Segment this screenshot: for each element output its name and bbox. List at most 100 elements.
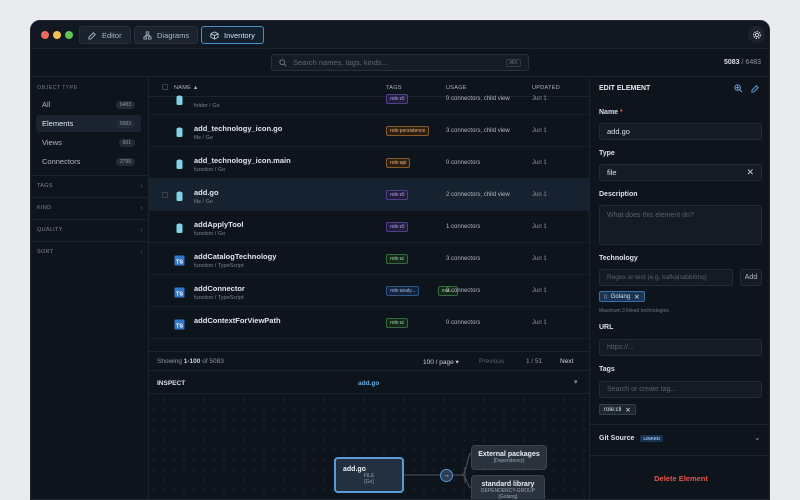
edit-icon[interactable] [751,84,760,93]
showing-range: 1-100 [183,358,201,365]
name-field[interactable]: add.go [599,123,762,140]
close-window-button[interactable] [41,31,49,39]
url-field[interactable]: https://... [599,339,762,356]
next-page-button[interactable]: Next [560,358,573,365]
tab-inventory[interactable]: Inventory [201,26,264,44]
sidebar-section-sort[interactable]: SORT › [31,241,149,262]
inspect-title: INSPECT [157,380,186,387]
sidebar-item-label: Connectors [42,157,81,166]
tag-badge[interactable]: role:persistence [386,126,430,136]
graph-node-standard-library[interactable]: standard library DEPENDENCY-GROUP [Golan… [471,475,545,499]
tag-badge[interactable]: role:ui [386,318,408,328]
type-select-value: file [607,168,617,177]
table-row[interactable]: add.go file / Go role:cli 2 connectors, chi… [149,179,589,211]
updated-date: Jun 1 [532,288,547,294]
usage-text: 2 connectors, child view [446,192,510,198]
linked-badge: LINKED [640,435,664,442]
technology-chip-label: Golang [610,293,631,300]
expand-arrow-icon[interactable]: → [440,469,453,482]
ts-icon: TS [174,285,185,298]
tab-editor[interactable]: Editor [79,26,131,44]
page-size-value: 100 / page [423,359,454,366]
clear-icon[interactable]: ✕ [746,167,754,178]
table-row[interactable]: addApplyTool function / Go role:cli 1 conne… [149,211,589,243]
sidebar-section-quality[interactable]: QUALITY › [31,219,149,240]
row-checkbox[interactable] [162,192,168,198]
table-row[interactable]: TS addCatalogTechnology function / TypeScr… [149,243,589,275]
technology-chip: ▯ Golang ✕ [599,291,645,302]
file-icon [174,189,185,201]
chevron-right-icon: › [140,204,143,212]
cube-icon [210,30,219,40]
table-row[interactable]: add_technology_icon.main function / Go rol… [149,147,589,179]
type-select[interactable]: file ✕ [599,164,762,181]
settings-button[interactable] [748,26,765,43]
maximize-window-button[interactable] [65,31,73,39]
table-row[interactable]: folder / Go role:cli 0 connectors, child v… [149,83,589,115]
element-kind: file / Go [194,135,213,141]
tag-chip-label: role:cli [604,406,622,413]
dependency-graph-canvas[interactable]: add.go FILE [Go] → External packages [De… [149,395,589,499]
chevron-down-icon[interactable]: ⌄ [754,433,761,442]
showing-label: Showing [157,358,182,365]
table-row[interactable]: TS addContextForViewPath role:ui 0 connecto… [149,307,589,339]
element-name: addContextForViewPath [194,316,281,325]
node-tech: [Go] [364,479,374,485]
tag-badge[interactable]: role:ui [386,254,408,264]
tag-badge[interactable]: role:api [386,158,411,168]
tag-badge[interactable]: role:cli [386,222,409,232]
usage-text: 3 connectors [446,288,481,294]
chevron-down-icon[interactable]: ▾ [574,378,578,386]
search-input[interactable]: Search names, tags, kinds... ⌘K [271,54,529,71]
sidebar-item-all[interactable]: All 6483 [36,96,141,113]
search-bar-row: Search names, tags, kinds... ⌘K 5083 / 6… [31,49,769,77]
ts-icon: TS [174,317,185,330]
element-name: addCatalogTechnology [194,252,277,261]
remove-chip-icon[interactable]: ✕ [625,406,630,414]
tag-badge[interactable]: role:analy... [386,286,420,296]
sidebar-item-views[interactable]: Views 601 [36,134,141,151]
technology-hint: Maximum 3 linked technologies. [599,308,671,314]
page-size-select[interactable]: 100 / page ▾ [423,358,459,366]
tab-diagrams[interactable]: Diagrams [134,26,199,44]
search-shortcut: ⌘K [505,58,521,67]
delete-element-button[interactable]: Delete Element [590,474,769,483]
inspect-target[interactable]: add.go [358,380,379,387]
count-badge: 601 [118,138,135,147]
tag-badge[interactable]: role:cli [386,190,409,200]
previous-page-button[interactable]: Previous [479,358,504,365]
add-technology-button[interactable]: Add [740,269,762,286]
filter-sidebar: OBJECT TYPE All 6483 Elements 5083 Views… [31,78,149,499]
git-source-section[interactable]: Git Source LINKED [599,435,664,442]
updated-date: Jun 1 [532,224,547,230]
inventory-table: NAME ▲ TAGS USAGE UPDATED folder / Go rol… [149,78,589,351]
usage-text: 0 connectors, child view [446,96,510,102]
count-badge: 6483 [115,100,135,109]
graph-node-add-go[interactable]: add.go FILE [Go] [334,457,404,493]
updated-date: Jun 1 [532,96,547,102]
pagination-summary: Showing 1-100 of 5083 [157,358,224,365]
sidebar-item-elements[interactable]: Elements 5083 [36,115,141,132]
description-textarea[interactable]: What does this element do? [599,205,762,245]
sidebar-item-label: All [42,100,51,109]
remove-chip-icon[interactable]: ✕ [634,293,639,301]
node-title: External packages [478,451,540,458]
table-row[interactable]: TS addConnector function / TypeScript role:… [149,275,589,307]
sidebar-section-kind[interactable]: KIND › [31,197,149,218]
zoom-in-icon[interactable] [734,84,743,93]
sidebar-section-tags[interactable]: TAGS › [31,175,149,196]
node-kind: [Dependency] [493,458,525,464]
tags-label: Tags [599,366,615,373]
sidebar-item-connectors[interactable]: Connectors 2799 [36,153,141,170]
section-label: SORT [37,249,54,255]
minimize-window-button[interactable] [53,31,61,39]
table-row[interactable]: add_technology_icon.go file / Go role:pers… [149,115,589,147]
title-bar: Editor Diagrams Inventory [31,21,769,49]
tag-badge[interactable]: role:cli [386,94,409,104]
tags-input[interactable]: Search or create tag... [599,381,762,398]
graph-node-external-packages[interactable]: External packages [Dependency] [471,445,547,470]
section-label: KIND [37,205,52,211]
chevron-right-icon: › [140,182,143,190]
technology-input[interactable]: Regex or text (e.g. kafka|rabbitmq) [599,269,733,286]
object-type-title: OBJECT TYPE [37,85,78,91]
